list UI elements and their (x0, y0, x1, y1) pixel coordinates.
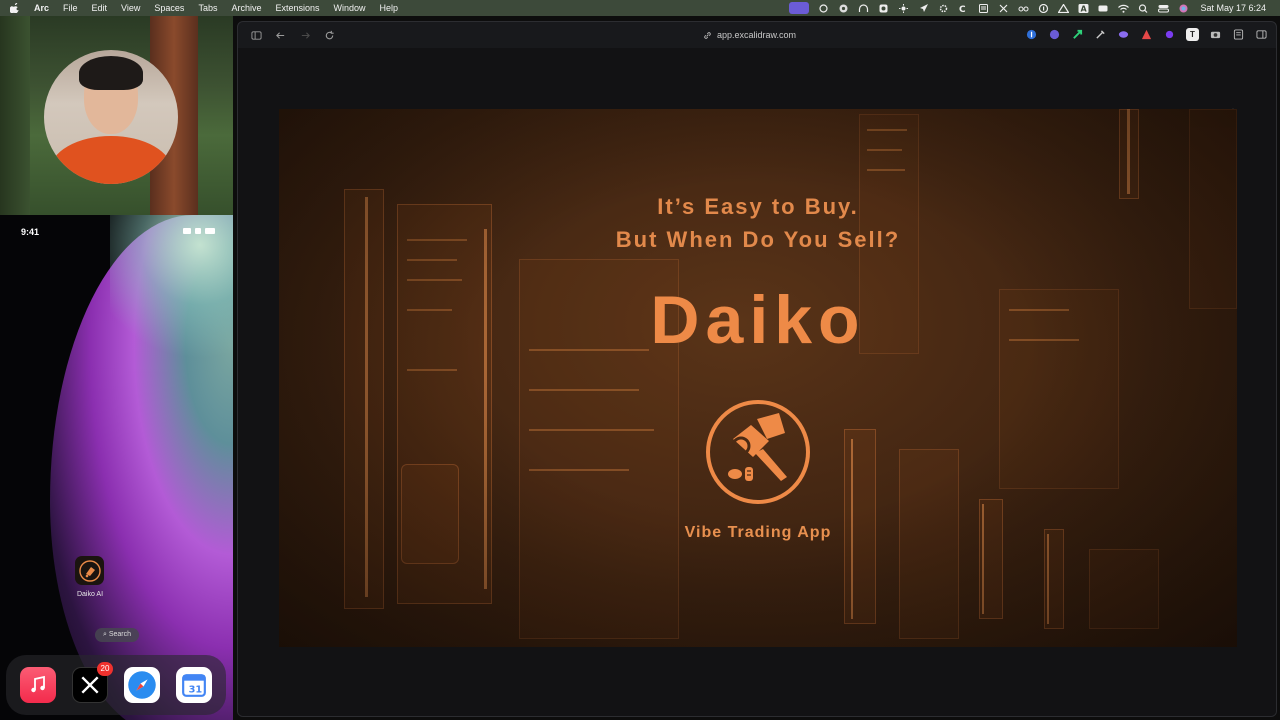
svg-text:31: 31 (189, 685, 203, 696)
menu-file[interactable]: File (63, 3, 78, 13)
brightness-icon[interactable] (898, 3, 909, 13)
violet-extension-icon[interactable] (1163, 28, 1176, 41)
location-icon[interactable] (918, 3, 929, 13)
menu-help[interactable]: Help (380, 3, 399, 13)
music-app-icon[interactable] (20, 667, 56, 703)
split-view-icon[interactable] (1255, 28, 1268, 41)
screen-recording-icon[interactable] (789, 2, 810, 14)
daiko-app-icon[interactable] (75, 556, 104, 585)
app-square-icon[interactable] (878, 4, 889, 13)
presenter-hair (79, 56, 143, 90)
one-password-extension-icon[interactable] (1025, 28, 1038, 41)
phone-mirror: 9:41 Daiko AI ⌕ Search 20 31 (0, 215, 233, 720)
phone-search-pill[interactable]: ⌕ Search (95, 628, 139, 642)
svg-text:A: A (1081, 4, 1088, 13)
phone-wallpaper-highlight (110, 215, 233, 365)
menu-app-name[interactable]: Arc (34, 3, 49, 13)
notification-badge: 20 (97, 662, 113, 676)
back-icon[interactable] (274, 29, 286, 41)
phone-status-icons (183, 228, 215, 235)
headphones-icon[interactable] (858, 3, 869, 13)
svg-text:C: C (959, 5, 966, 13)
search-icon[interactable] (1138, 3, 1149, 13)
slide-vignette (279, 109, 1237, 647)
apple-icon[interactable] (9, 2, 20, 14)
wifi-icon[interactable] (1118, 4, 1130, 13)
url-bar[interactable]: app.excalidraw.com (703, 28, 796, 42)
tagline-line-2: But When Do You Sell? (615, 227, 901, 252)
chrome-icon[interactable] (838, 4, 849, 13)
clipboard-icon[interactable] (978, 3, 989, 13)
control-center-icon[interactable] (1158, 4, 1170, 13)
input-source-icon[interactable]: A (1078, 3, 1089, 13)
battery-icon[interactable] (1098, 4, 1109, 13)
purple-extension-icon[interactable] (1117, 28, 1130, 41)
phone-time: 9:41 (21, 227, 40, 237)
reload-icon[interactable] (323, 29, 335, 41)
menubar-clock[interactable]: Sat May 17 6:24 (1200, 3, 1266, 13)
menu-spaces[interactable]: Spaces (154, 3, 184, 13)
forward-icon[interactable] (299, 29, 311, 41)
signal-icon (183, 228, 191, 234)
menu-window[interactable]: Window (334, 3, 366, 13)
phone-wifi-icon (195, 228, 202, 234)
cursor-icon[interactable]: C (958, 4, 969, 13)
presenter-shirt (50, 136, 172, 184)
phone-battery-icon (205, 228, 215, 234)
calendar-app-icon[interactable]: 31 (176, 667, 212, 703)
menu-edit[interactable]: Edit (92, 3, 108, 13)
one-password-icon[interactable] (1038, 3, 1049, 13)
daiko-logo-icon (705, 399, 811, 505)
glasses-icon[interactable] (1018, 4, 1029, 13)
browser-window: app.excalidraw.com T It’s Easy to Buy. B… (237, 21, 1277, 717)
daiko-app-label: Daiko AI (76, 591, 104, 598)
extension-bar: T (1025, 28, 1268, 41)
eyedropper-extension-icon[interactable] (1094, 28, 1107, 41)
webcam-overlay (0, 16, 233, 215)
menu-view[interactable]: View (121, 3, 140, 13)
menu-extensions[interactable]: Extensions (275, 3, 319, 13)
grammarly-extension-icon[interactable] (1048, 28, 1061, 41)
presentation-slide[interactable]: It’s Easy to Buy. But When Do You Sell? … (279, 109, 1237, 647)
menu-archive[interactable]: Archive (231, 3, 261, 13)
sidebar-toggle-icon[interactable] (250, 29, 262, 41)
link-icon (704, 31, 711, 39)
presenter-avatar (44, 50, 178, 184)
menubar: Arc File Edit View Spaces Tabs Archive E… (0, 0, 1280, 16)
menu-tabs[interactable]: Tabs (198, 3, 217, 13)
slide-subtitle: Vibe Trading App (684, 524, 832, 541)
text-extension-icon[interactable]: T (1186, 28, 1199, 41)
red-extension-icon[interactable] (1140, 28, 1153, 41)
url-text: app.excalidraw.com (717, 30, 797, 40)
x-app-icon[interactable]: 20 (72, 662, 113, 703)
safari-app-icon[interactable] (124, 667, 160, 703)
camera-extension-icon[interactable] (1209, 28, 1222, 41)
tagline-line-1: It’s Easy to Buy. (657, 194, 859, 219)
green-extension-icon[interactable] (1071, 28, 1084, 41)
notes-extension-icon[interactable] (1232, 28, 1245, 41)
phone-dock: 20 31 (6, 655, 226, 715)
browser-toolbar: app.excalidraw.com T (238, 22, 1276, 48)
tools-icon[interactable] (998, 4, 1009, 13)
brand-title: Daiko (650, 282, 866, 358)
phone-search-label: Search (108, 631, 132, 638)
tree-foliage (0, 16, 30, 215)
settings-icon[interactable] (938, 4, 949, 13)
drive-icon[interactable] (1058, 3, 1070, 13)
focus-icon[interactable] (818, 3, 829, 13)
siri-icon[interactable] (1178, 4, 1189, 13)
excalidraw-canvas[interactable]: It’s Easy to Buy. But When Do You Sell? … (238, 48, 1276, 716)
